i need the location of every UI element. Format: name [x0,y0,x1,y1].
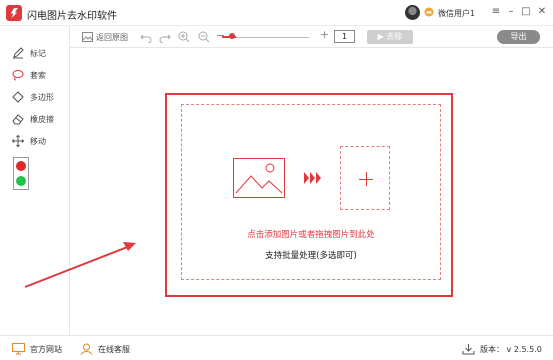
title-bar: 闪电图片去水印软件 微信用户1 ≡ – □ ✕ [0,0,553,26]
tool-eraser[interactable]: 橡皮擦 [12,112,54,126]
close-icon[interactable]: ✕ [536,6,548,18]
lasso-icon [12,70,24,81]
tool-panel: 标记 套索 多边形 橡皮擦 移动 [0,26,70,335]
forward-arrows-icon [304,172,321,184]
menu-icon[interactable]: ≡ [490,6,502,18]
official-website-label: 官方网站 [30,344,62,354]
drop-hint-main: 点击添加图片或者拖拽图片到此处 [247,230,375,240]
username-label[interactable]: 微信用户1 [438,8,475,19]
red-light-icon[interactable] [16,161,26,171]
tool-label: 橡皮擦 [30,114,54,124]
user-avatar[interactable] [405,5,420,20]
export-button[interactable]: 导出 [497,30,540,44]
zoom-in-icon[interactable] [178,31,190,43]
polygon-icon [12,91,24,103]
tool-move[interactable]: 移动 [12,134,46,148]
online-support-label: 在线客服 [98,344,130,354]
tool-label: 多边形 [30,92,54,102]
minimize-icon[interactable]: – [505,6,517,18]
tool-lasso[interactable]: 套索 [12,68,46,82]
drop-hint-sub: 支持批量处理(多选即可) [265,251,357,261]
picture-icon [233,158,285,198]
version-label: 版本： v 2.5.5.0 [480,344,542,354]
add-image-button[interactable] [340,146,390,210]
version-info: 版本： v 2.5.5.0 [462,343,542,355]
pen-icon [13,47,24,59]
toolbar: 返回原图 − + 1 ▶ 去除 导出 [70,26,553,48]
tool-label: 标记 [30,48,46,58]
tool-polygon[interactable]: 多边形 [12,90,54,104]
official-website-link[interactable]: 官方网站 [12,343,62,355]
move-icon [12,135,24,147]
green-light-icon[interactable] [16,176,26,186]
undo-icon[interactable] [140,31,152,43]
tool-label: 套索 [30,70,46,80]
maximize-icon[interactable]: □ [520,6,532,18]
back-to-original-label: 返回原图 [96,32,128,42]
zoom-slider-plus[interactable]: + [320,28,329,41]
back-to-original-button[interactable]: 返回原图 [82,30,128,44]
remove-watermark-button[interactable]: ▶ 去除 [367,30,413,44]
app-logo-icon [6,5,22,21]
tool-mark[interactable]: 标记 [12,46,46,60]
app-title: 闪电图片去水印软件 [27,11,117,22]
image-icon [82,32,93,42]
color-toggle[interactable] [13,157,29,190]
online-support-link[interactable]: 在线客服 [80,343,130,355]
zoom-out-icon[interactable] [198,31,210,43]
support-agent-icon [80,343,93,355]
monitor-icon [12,343,25,355]
page-number-input[interactable]: 1 [334,30,355,43]
status-bar: 官方网站 在线客服 版本： v 2.5.5.0 [0,335,553,360]
eraser-icon [12,114,24,125]
download-icon [462,344,475,355]
zoom-slider-thumb[interactable] [229,33,235,39]
tool-label: 移动 [30,136,46,146]
redo-icon[interactable] [159,31,171,43]
vip-crown-icon [424,7,434,17]
